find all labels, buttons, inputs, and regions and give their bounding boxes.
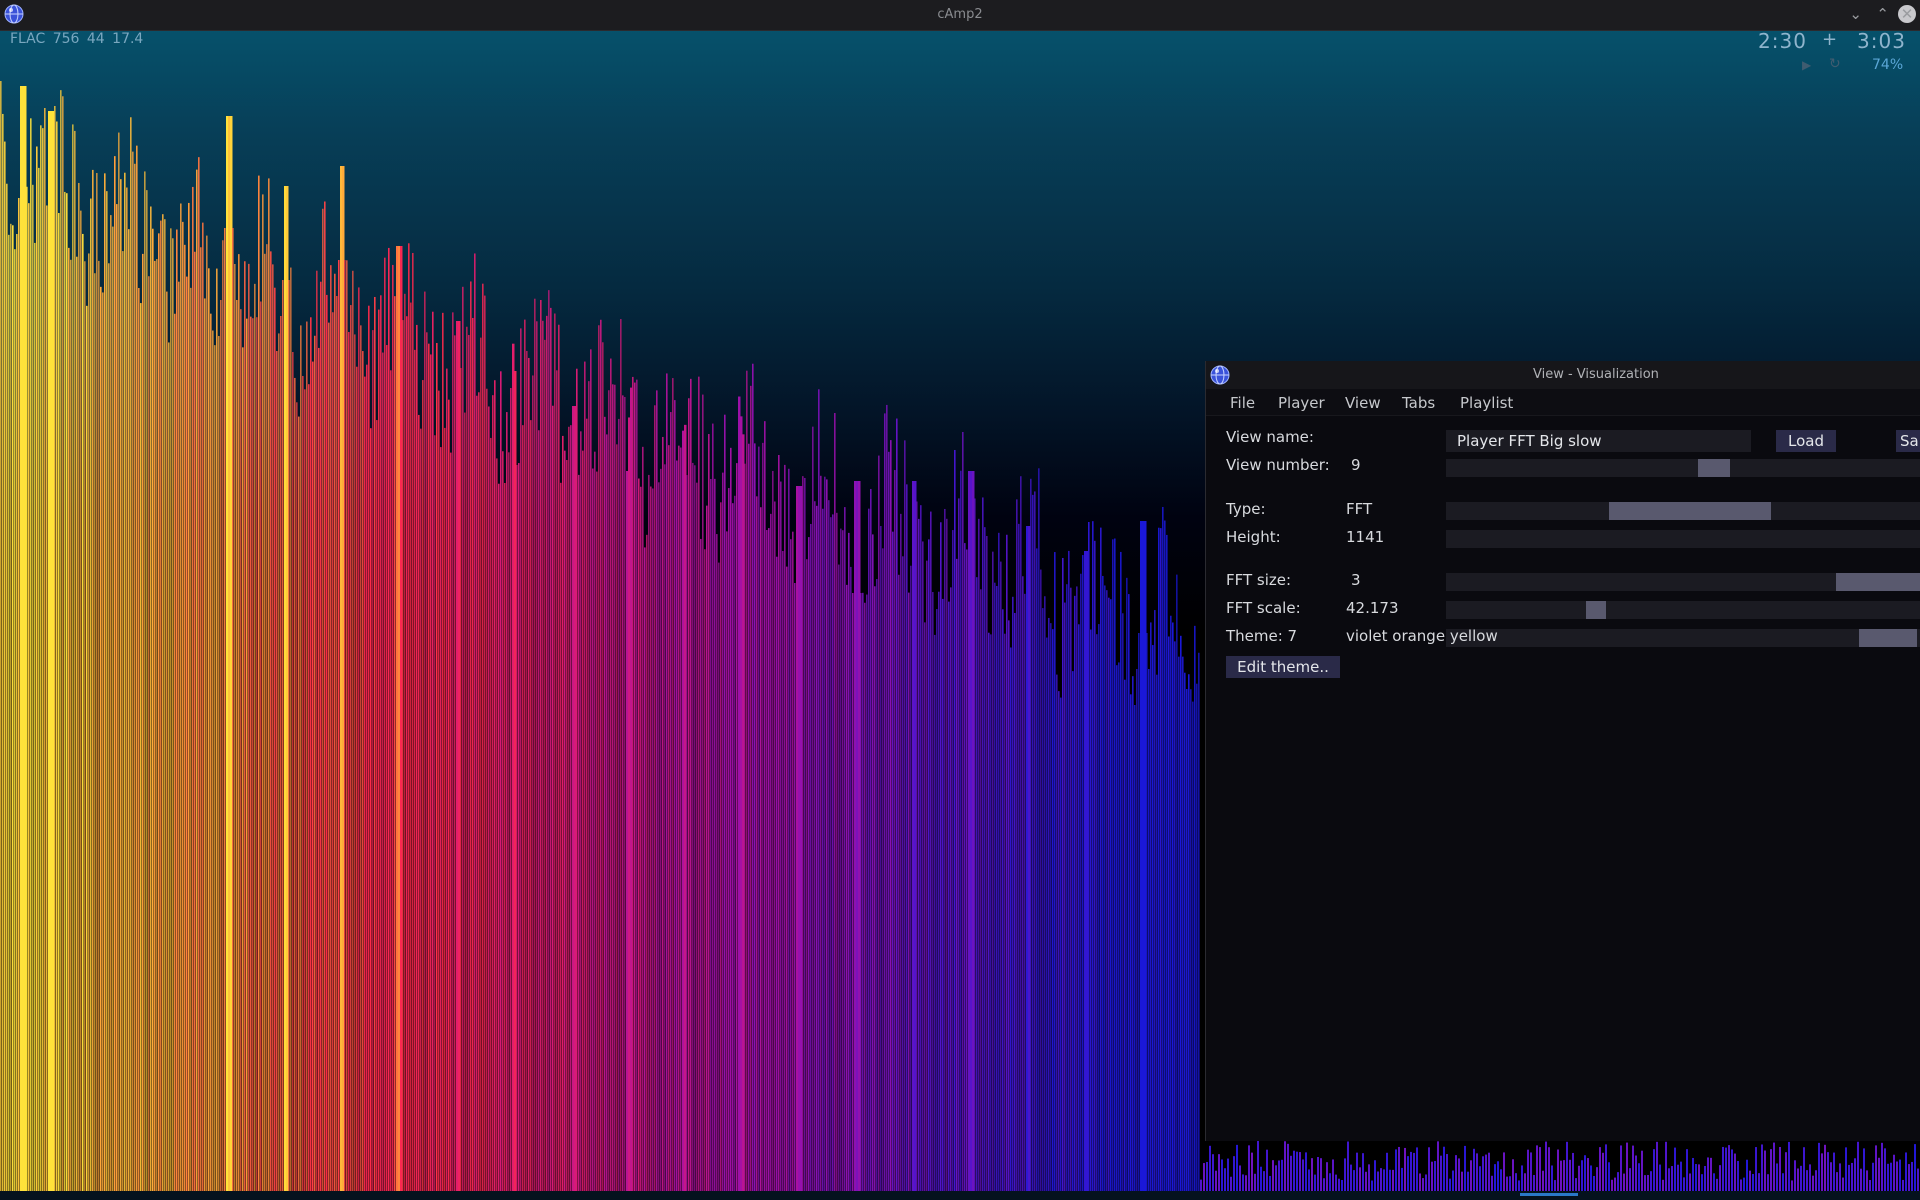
type-value: FFT <box>1346 500 1373 518</box>
seek-position[interactable] <box>1520 1193 1578 1196</box>
window-title: cAmp2 <box>937 7 983 22</box>
slider-thumb[interactable] <box>1859 629 1917 647</box>
chevron-down-icon[interactable]: ⌄ <box>1849 5 1862 23</box>
menu-player[interactable]: Player <box>1278 394 1325 412</box>
edit-theme-button[interactable]: Edit theme.. <box>1226 656 1340 678</box>
slider-thumb[interactable] <box>1836 573 1920 591</box>
save-button[interactable]: Sa <box>1896 430 1920 452</box>
fft-scale-label: FFT scale: <box>1226 599 1301 617</box>
window-titlebar: cAmp2 ⌄ ⌃ ✕ <box>0 0 1920 31</box>
time-elapsed: 2:30 <box>1758 29 1807 53</box>
menu-tabs[interactable]: Tabs <box>1402 394 1435 412</box>
height-value: 1141 <box>1346 528 1385 546</box>
view-name-label: View name: <box>1226 428 1314 446</box>
view-name-input[interactable]: Player FFT Big slow <box>1446 430 1751 452</box>
fft-scale-slider[interactable] <box>1446 601 1920 619</box>
theme-label: Theme: 7 <box>1226 627 1298 645</box>
menu-view[interactable]: View <box>1345 394 1381 412</box>
menu-file[interactable]: File <box>1230 394 1255 412</box>
repeat-icon[interactable]: ↻ <box>1829 56 1841 72</box>
dialog-title: View - Visualization <box>1533 367 1659 382</box>
load-button[interactable]: Load <box>1776 430 1836 452</box>
theme-slider[interactable] <box>1446 629 1920 647</box>
menu-playlist[interactable]: Playlist <box>1460 394 1513 412</box>
dialog-menubar: File Player View Tabs Playlist <box>1206 389 1920 416</box>
type-slider[interactable] <box>1446 502 1920 520</box>
play-icon[interactable]: ▶ <box>1802 58 1811 72</box>
slider-thumb[interactable] <box>1586 601 1606 619</box>
dialog-titlebar: View - Visualization <box>1206 361 1920 389</box>
volume-level: 74% <box>1872 57 1904 73</box>
fft-size-slider[interactable] <box>1446 573 1920 591</box>
view-number-slider[interactable] <box>1446 459 1920 477</box>
fft-size-label: FFT size: <box>1226 571 1292 589</box>
format-info: FLAC 756 44 17.4 <box>10 31 144 47</box>
view-number-label: View number: <box>1226 456 1330 474</box>
slider-thumb[interactable] <box>1609 502 1771 520</box>
height-slider[interactable] <box>1446 530 1920 548</box>
fft-size-value: 3 <box>1351 571 1361 589</box>
chevron-up-icon[interactable]: ⌃ <box>1876 5 1889 23</box>
globe-icon[interactable] <box>1210 365 1230 385</box>
theme-value: violet orange yellow <box>1346 627 1498 645</box>
close-icon[interactable]: ✕ <box>1898 5 1916 23</box>
slider-thumb[interactable] <box>1698 459 1730 477</box>
view-visualization-dialog: View - Visualization File Player View Ta… <box>1205 361 1920 1141</box>
time-total: 3:03 <box>1857 29 1906 53</box>
time-separator: + <box>1822 29 1838 50</box>
seek-bar[interactable] <box>0 1191 1920 1200</box>
height-label: Height: <box>1226 528 1281 546</box>
view-number-value: 9 <box>1351 456 1361 474</box>
fft-scale-value: 42.173 <box>1346 599 1399 617</box>
type-label: Type: <box>1226 500 1266 518</box>
